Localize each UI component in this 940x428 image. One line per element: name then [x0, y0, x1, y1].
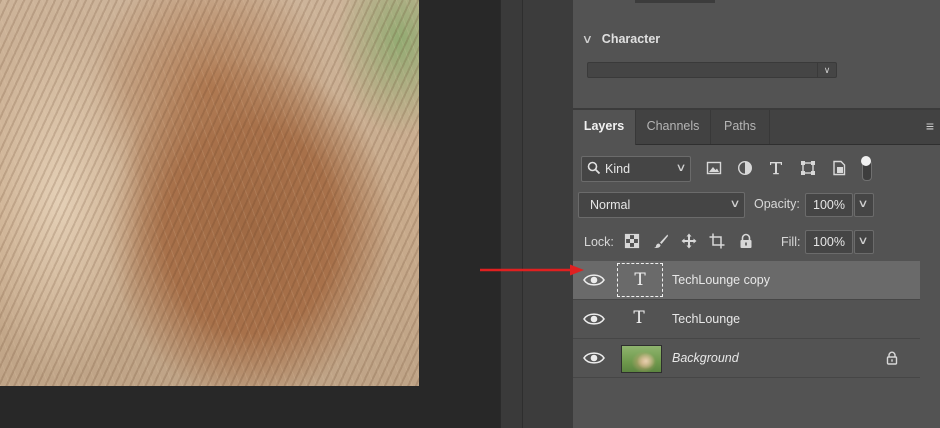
layers-list-scrollbar[interactable]	[920, 261, 940, 381]
type-icon: T	[633, 308, 645, 328]
fill-slider-button[interactable]: ∨	[854, 230, 874, 254]
blend-mode-dropdown[interactable]: Normal ∨	[578, 192, 745, 218]
fur-texture	[0, 0, 419, 386]
tab-channels[interactable]: Channels	[636, 110, 711, 144]
shape-layer-filter-icon[interactable]	[800, 160, 816, 176]
collapsed-panel-dock	[522, 0, 574, 428]
filter-toggle-switch[interactable]	[860, 156, 872, 181]
layer-row-techlounge-copy[interactable]: T TechLounge copy	[573, 261, 920, 300]
eye-icon[interactable]	[583, 312, 605, 326]
properties-field[interactable]	[635, 0, 715, 3]
lock-transparent-pixels-icon[interactable]	[624, 233, 640, 249]
fill-input[interactable]: 100%	[805, 230, 853, 254]
blend-mode-value: Normal	[590, 198, 631, 212]
lock-image-pixels-icon[interactable]	[653, 233, 669, 249]
chevron-down-icon: ∨	[857, 235, 869, 247]
layer-row-techlounge[interactable]: T TechLounge	[573, 300, 920, 339]
character-section: ∨ Character ∨	[573, 20, 940, 108]
panel-menu-icon[interactable]: ≡	[926, 110, 934, 144]
lock-label: Lock:	[584, 235, 614, 249]
dog-ear-photo[interactable]	[0, 0, 419, 386]
pixel-layer-filter-icon[interactable]	[706, 160, 722, 176]
kind-filter-label: Kind	[605, 162, 631, 176]
properties-panel-remnant	[573, 0, 940, 21]
character-title: Character	[601, 32, 661, 46]
background-layer-thumbnail[interactable]	[621, 345, 662, 373]
red-arrow-annotation	[480, 264, 584, 276]
type-icon: T	[634, 270, 646, 290]
opacity-slider-button[interactable]: ∨	[854, 193, 874, 217]
opacity-value: 100%	[813, 198, 845, 212]
layers-panel-tabs: Layers Channels Paths ≡	[573, 110, 940, 145]
layer-kind-filter[interactable]: Kind ∨	[581, 156, 691, 182]
layer-name[interactable]: Background	[672, 351, 739, 365]
opacity-label: Opacity:	[754, 197, 800, 211]
adjustment-layer-filter-icon[interactable]	[737, 160, 753, 176]
search-icon	[587, 161, 601, 175]
chevron-down-icon: ∨	[857, 198, 869, 210]
chevron-down-icon[interactable]: ∨	[817, 63, 836, 77]
document-canvas-area[interactable]	[0, 0, 500, 428]
layer-name[interactable]: TechLounge copy	[672, 273, 770, 287]
canvas-vertical-scrollbar[interactable]	[500, 0, 523, 428]
tab-paths[interactable]: Paths	[711, 110, 770, 144]
text-layer-thumbnail[interactable]: T	[617, 302, 661, 334]
lock-icon[interactable]	[885, 351, 899, 365]
character-header[interactable]: ∨ Character	[582, 32, 661, 46]
layer-row-background[interactable]: Background	[573, 339, 920, 378]
chevron-down-icon: ∨	[729, 198, 741, 210]
opacity-input[interactable]: 100%	[805, 193, 853, 217]
layer-name[interactable]: TechLounge	[672, 312, 740, 326]
tab-layers[interactable]: Layers	[573, 110, 636, 145]
fill-label: Fill:	[781, 235, 801, 249]
eye-icon[interactable]	[583, 351, 605, 365]
right-panel: ∨ Character ∨ Layers Channels Paths ≡ Ki…	[573, 0, 940, 428]
layers-list: T TechLounge copy T TechLounge Backgroun…	[573, 261, 920, 381]
text-layer-thumbnail[interactable]: T	[617, 263, 663, 297]
chevron-down-icon[interactable]: ∨	[582, 32, 593, 46]
font-family-dropdown[interactable]: ∨	[587, 62, 837, 78]
type-layer-filter-icon[interactable]	[768, 160, 784, 176]
smart-object-filter-icon[interactable]	[831, 160, 847, 176]
lock-position-icon[interactable]	[681, 233, 697, 249]
toggle-knob	[861, 156, 871, 166]
lock-all-icon[interactable]	[738, 233, 754, 249]
chevron-down-icon: ∨	[675, 162, 687, 174]
lock-artboard-icon[interactable]	[709, 233, 725, 249]
fill-value: 100%	[813, 235, 845, 249]
